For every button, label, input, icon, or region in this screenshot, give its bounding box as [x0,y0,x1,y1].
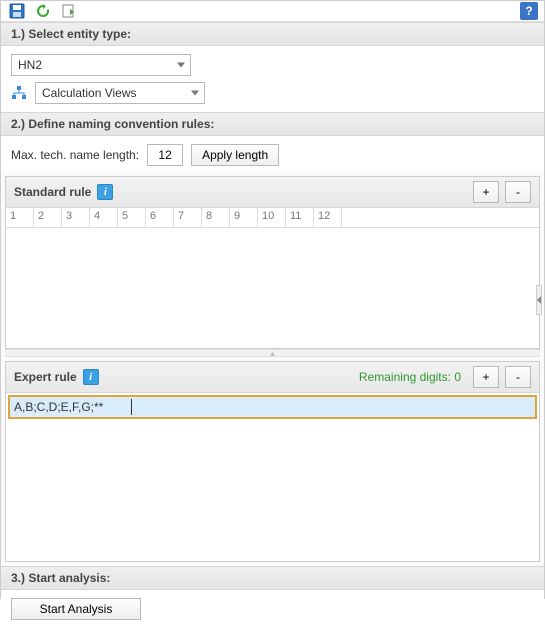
entity-type-select[interactable]: HN2 [11,54,191,76]
refresh-icon[interactable] [33,1,53,21]
panel-splitter[interactable]: ▲ [5,349,540,357]
ruler-cell: 11 [286,208,314,227]
expert-rule-title: Expert rule [14,370,77,384]
view-type-value: Calculation Views [42,86,137,100]
expert-rule-input[interactable]: A,B;C,D;E,F,G;** [12,399,132,415]
expert-rule-body[interactable] [6,421,539,561]
expert-rule-panel: Expert rule i Remaining digits: 0 + - A,… [5,361,540,562]
help-icon[interactable]: ? [520,2,538,20]
standard-add-button[interactable]: + [473,181,499,203]
expert-info-icon[interactable]: i [83,369,99,385]
ruler-cell: 10 [258,208,286,227]
max-length-input[interactable] [147,144,183,166]
main-toolbar: ? [1,1,544,22]
standard-rule-title: Standard rule [14,185,91,199]
view-type-select[interactable]: Calculation Views [35,82,205,104]
hierarchy-icon[interactable] [11,85,27,101]
ruler-cell: 8 [202,208,230,227]
standard-rule-ruler: 123456789101112 [6,208,539,228]
expert-rule-header: Expert rule i Remaining digits: 0 + - [6,362,539,393]
section2-body: Max. tech. name length: Apply length [1,136,544,172]
start-analysis-button[interactable]: Start Analysis [11,598,141,620]
expert-rule-row: A,B;C,D;E,F,G;** [8,395,537,419]
ruler-cell: 5 [118,208,146,227]
ruler-cell: 7 [174,208,202,227]
expert-add-button[interactable]: + [473,366,499,388]
section1-header: 1.) Select entity type: [1,22,544,46]
ruler-cell: 4 [90,208,118,227]
apply-length-button[interactable]: Apply length [191,144,279,166]
export-icon[interactable] [59,1,79,21]
save-icon[interactable] [7,1,27,21]
max-length-label: Max. tech. name length: [11,148,139,162]
ruler-cell: 3 [62,208,90,227]
ruler-cell: 9 [230,208,258,227]
section1-body: HN2 Calculation Views [1,46,544,112]
expand-handle-icon[interactable] [536,285,542,315]
ruler-cell: 6 [146,208,174,227]
standard-rule-body[interactable] [6,228,539,348]
section3-body: Start Analysis [1,590,544,628]
standard-rule-header: Standard rule i + - [6,177,539,208]
ruler-cell: 12 [314,208,342,227]
expert-remove-button[interactable]: - [505,366,531,388]
ruler-cell: 1 [6,208,34,227]
entity-type-value: HN2 [18,58,42,72]
standard-remove-button[interactable]: - [505,181,531,203]
standard-rule-panel: Standard rule i + - 123456789101112 [5,176,540,349]
ruler-cell: 2 [34,208,62,227]
section2-header: 2.) Define naming convention rules: [1,112,544,136]
remaining-digits-label: Remaining digits: 0 [359,370,461,384]
app-window: ? 1.) Select entity type: HN2 Calculatio… [0,0,545,599]
standard-info-icon[interactable]: i [97,184,113,200]
section3-header: 3.) Start analysis: [1,566,544,590]
